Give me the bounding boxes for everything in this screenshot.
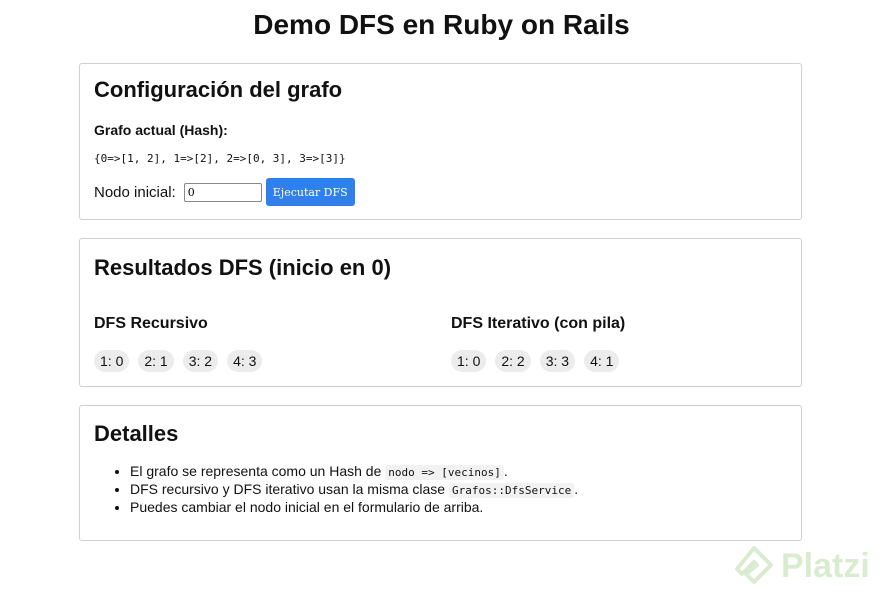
- config-card: Configuración del grafo Grafo actual (Ha…: [79, 63, 802, 220]
- run-dfs-button[interactable]: Ejecutar DFS: [265, 178, 355, 206]
- results-heading: Resultados DFS (inicio en 0): [94, 255, 392, 280]
- iterative-heading: DFS Iterativo (con pila): [451, 315, 626, 332]
- details-heading: Detalles: [94, 421, 179, 446]
- recursive-chip: 4: 3: [227, 350, 263, 372]
- recursive-chip: 1: 0: [94, 350, 130, 372]
- start-node-input[interactable]: [183, 182, 262, 202]
- details-card: Detalles El grafo se representa como un …: [79, 405, 802, 541]
- details-text: Puedes cambiar el nodo inicial en el for…: [130, 499, 484, 515]
- page-title: Demo DFS en Ruby on Rails: [253, 9, 630, 40]
- details-item: DFS recursivo y DFS iterativo usan la mi…: [130, 481, 578, 499]
- details-text: DFS recursivo y DFS iterativo usan la mi…: [130, 481, 449, 497]
- iterative-order: 1: 0 2: 2 3: 3 4: 1: [451, 350, 628, 372]
- recursive-heading: DFS Recursivo: [94, 315, 208, 332]
- inline-code: nodo => [vecinos]: [385, 465, 504, 480]
- start-node-label: Nodo inicial:: [94, 183, 176, 201]
- graph-value: {0=>[1, 2], 1=>[2], 2=>[0, 3], 3=>[3]}: [94, 152, 346, 165]
- iterative-chip: 3: 3: [539, 350, 576, 372]
- inline-code: Grafos::DfsService: [448, 483, 575, 498]
- details-text: El grafo se representa como un Hash de: [130, 463, 386, 479]
- details-list: El grafo se representa como un Hash de n…: [94, 463, 578, 515]
- recursive-chip: 3: 2: [182, 350, 219, 372]
- results-card: Resultados DFS (inicio en 0) DFS Recursi…: [79, 238, 802, 387]
- platzi-logo-icon: [735, 546, 773, 584]
- recursive-order: 1: 0 2: 1 3: 2 4: 3: [94, 350, 271, 372]
- recursive-chip: 2: 1: [138, 350, 174, 372]
- iterative-chip: 4: 1: [584, 350, 620, 372]
- start-form: Nodo inicial: Ejecutar DFS: [94, 178, 355, 206]
- platzi-watermark: Platzi: [733, 545, 870, 587]
- graph-label: Grafo actual (Hash):: [94, 122, 228, 138]
- iterative-chip: 2: 2: [495, 350, 531, 372]
- details-item: El grafo se representa como un Hash de n…: [130, 463, 578, 481]
- details-text: .: [503, 463, 508, 479]
- details-text: .: [574, 481, 579, 497]
- iterative-column: DFS Iterativo (con pila) 1: 0 2: 2 3: 3 …: [451, 315, 628, 372]
- details-item: Puedes cambiar el nodo inicial en el for…: [130, 499, 578, 515]
- config-heading: Configuración del grafo: [94, 77, 343, 102]
- recursive-column: DFS Recursivo 1: 0 2: 1 3: 2 4: 3: [94, 315, 271, 372]
- watermark-text: Platzi: [781, 546, 870, 585]
- iterative-chip: 1: 0: [451, 350, 487, 372]
